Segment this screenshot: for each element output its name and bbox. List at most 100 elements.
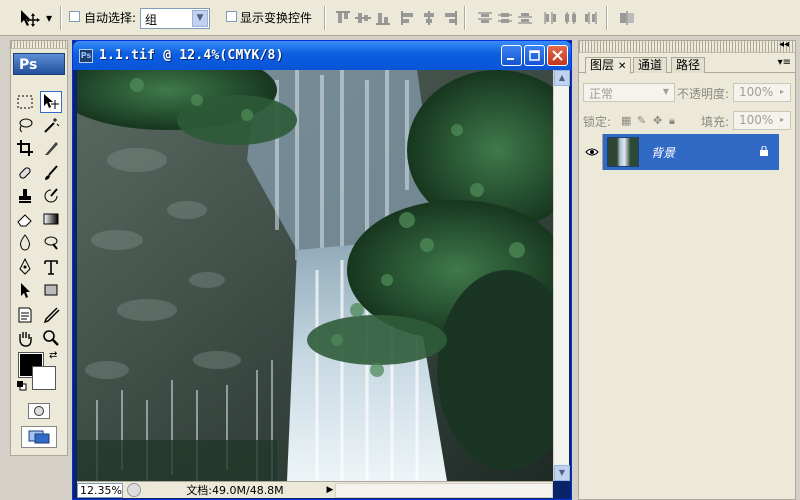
distribute-vcenter-icon[interactable] [496,10,514,26]
scroll-down-icon[interactable]: ▼ [554,465,570,481]
crop-tool-icon[interactable] [14,137,36,159]
document-window: Ps 1.1.tif @ 12.4%(CMYK/8) ▲ ▼ 12.35% 文档… [72,40,572,500]
lock-position-icon[interactable]: ✥ [653,114,665,127]
vertical-scrollbar[interactable]: ▲ ▼ [553,70,570,481]
brush-tool-icon[interactable] [40,162,62,184]
minimize-button[interactable] [501,45,522,66]
screen-mode-icon[interactable] [21,426,57,448]
dodge-tool-icon[interactable] [40,231,62,253]
hand-tool-icon[interactable] [14,327,36,349]
chevron-right-icon: ▸ [779,87,784,96]
move-tool-icon[interactable] [40,91,62,113]
pen-tool-icon[interactable] [14,256,36,278]
opacity-field[interactable]: 100% ▸ [733,83,791,102]
blur-tool-icon[interactable] [14,231,36,253]
collapse-panel-icon[interactable]: ◂◂ [779,39,789,50]
type-tool-icon[interactable] [40,256,62,278]
fill-field[interactable]: 100% ▸ [733,111,791,130]
marquee-tool-icon[interactable] [14,91,36,113]
distribute-bottom-icon[interactable] [516,10,534,26]
move-tool-icon [21,10,40,27]
chevron-down-icon: ▼ [192,10,208,27]
align-left-icon[interactable] [400,10,418,26]
align-right-icon[interactable] [440,10,458,26]
document-title: 1.1.tif @ 12.4%(CMYK/8) [99,48,284,63]
toolbox-grip[interactable] [11,41,67,49]
lasso-tool-icon[interactable] [14,114,36,136]
distribute-left-icon[interactable] [542,10,560,26]
distribute-right-icon[interactable] [582,10,600,26]
gradient-tool-icon[interactable] [40,208,62,230]
status-menu-arrow-icon[interactable]: ▶ [325,485,335,495]
layer-thumbnail [607,137,639,167]
opacity-label: 不透明度: [677,87,730,101]
status-options-icon[interactable] [127,483,141,497]
align-vcenter-icon[interactable] [354,10,372,26]
visibility-eye-icon[interactable] [581,134,603,170]
history-brush-tool-icon[interactable] [40,185,62,207]
show-transform-checkbox[interactable] [226,11,237,22]
auto-select-dropdown[interactable]: 组 ▼ [140,8,210,29]
divider [464,6,466,30]
panel-menu-icon[interactable]: ▾≡ [778,57,791,68]
notes-tool-icon[interactable] [14,304,36,326]
clone-stamp-tool-icon[interactable] [14,185,36,207]
close-tab-icon[interactable]: ✕ [618,61,626,72]
magic-wand-tool-icon[interactable] [40,114,62,136]
waterfall-image [77,70,555,481]
default-colors-icon[interactable] [17,381,27,391]
align-top-icon[interactable] [334,10,352,26]
maximize-icon [529,50,540,61]
eyedropper-tool-icon[interactable] [40,304,62,326]
swap-colors-icon[interactable]: ⇄ [49,350,57,361]
blend-mode-dropdown[interactable]: 正常 ▼ [583,83,675,102]
auto-align-layers-icon[interactable] [618,10,636,26]
divider [60,6,62,30]
scroll-up-icon[interactable]: ▲ [554,70,570,86]
chevron-right-icon: ▸ [779,115,784,124]
toolbox: Ps ⇄ [10,40,68,456]
close-icon [552,50,563,61]
slice-tool-icon[interactable] [40,137,62,159]
photoshop-logo[interactable]: Ps [13,53,65,75]
lock-transparent-icon[interactable]: ▦ [621,114,633,127]
healing-brush-tool-icon[interactable] [14,162,36,184]
tab-channels[interactable]: 通道 [633,57,668,73]
distribute-top-icon[interactable] [476,10,494,26]
tab-label: 图层 [590,58,615,72]
chevron-down-icon: ▼ [46,13,53,23]
horizontal-scrollbar[interactable] [335,482,553,498]
divider [606,6,608,30]
panel-grip[interactable]: ◂◂ [579,39,795,53]
align-bottom-icon[interactable] [374,10,392,26]
auto-select-label: 自动选择: [84,11,137,25]
panel-tabs: 图层 ✕ 通道 路径 ▾≡ [579,53,795,74]
path-selection-tool-icon[interactable] [14,279,36,301]
document-statusbar: 12.35% 文档:49.0M/48.8M ▶ [77,481,553,498]
zoom-field[interactable]: 12.35% [77,482,123,498]
divider [324,6,326,30]
document-info: 文档:49.0M/48.8M [186,484,284,497]
tab-layers[interactable]: 图层 ✕ [585,57,632,74]
quick-mask-icon[interactable] [28,403,50,419]
maximize-button[interactable] [524,45,545,66]
tab-paths[interactable]: 路径 [671,57,706,73]
rectangle-tool-icon[interactable] [40,279,62,301]
auto-select-checkbox[interactable] [69,11,80,22]
zoom-tool-icon[interactable] [40,327,62,349]
layer-row[interactable]: 背景 [581,134,779,170]
fill-value: 100% [739,113,774,127]
align-hcenter-icon[interactable] [420,10,438,26]
lock-all-icon[interactable]: 🔒︎ [669,114,681,127]
opacity-value: 100% [739,85,774,99]
document-titlebar[interactable]: Ps 1.1.tif @ 12.4%(CMYK/8) [73,41,571,70]
distribute-hcenter-icon[interactable] [562,10,580,26]
lock-image-icon[interactable]: ✎ [637,114,649,127]
close-button[interactable] [547,45,568,66]
image-canvas[interactable] [77,70,555,481]
fill-label: 填充: [701,115,730,129]
eraser-tool-icon[interactable] [14,208,36,230]
options-bar: ▼ 自动选择: 组 ▼ 显示变换控件 [0,0,800,36]
background-color-swatch[interactable] [32,366,56,390]
tool-preset-picker[interactable]: ▼ [18,6,60,30]
